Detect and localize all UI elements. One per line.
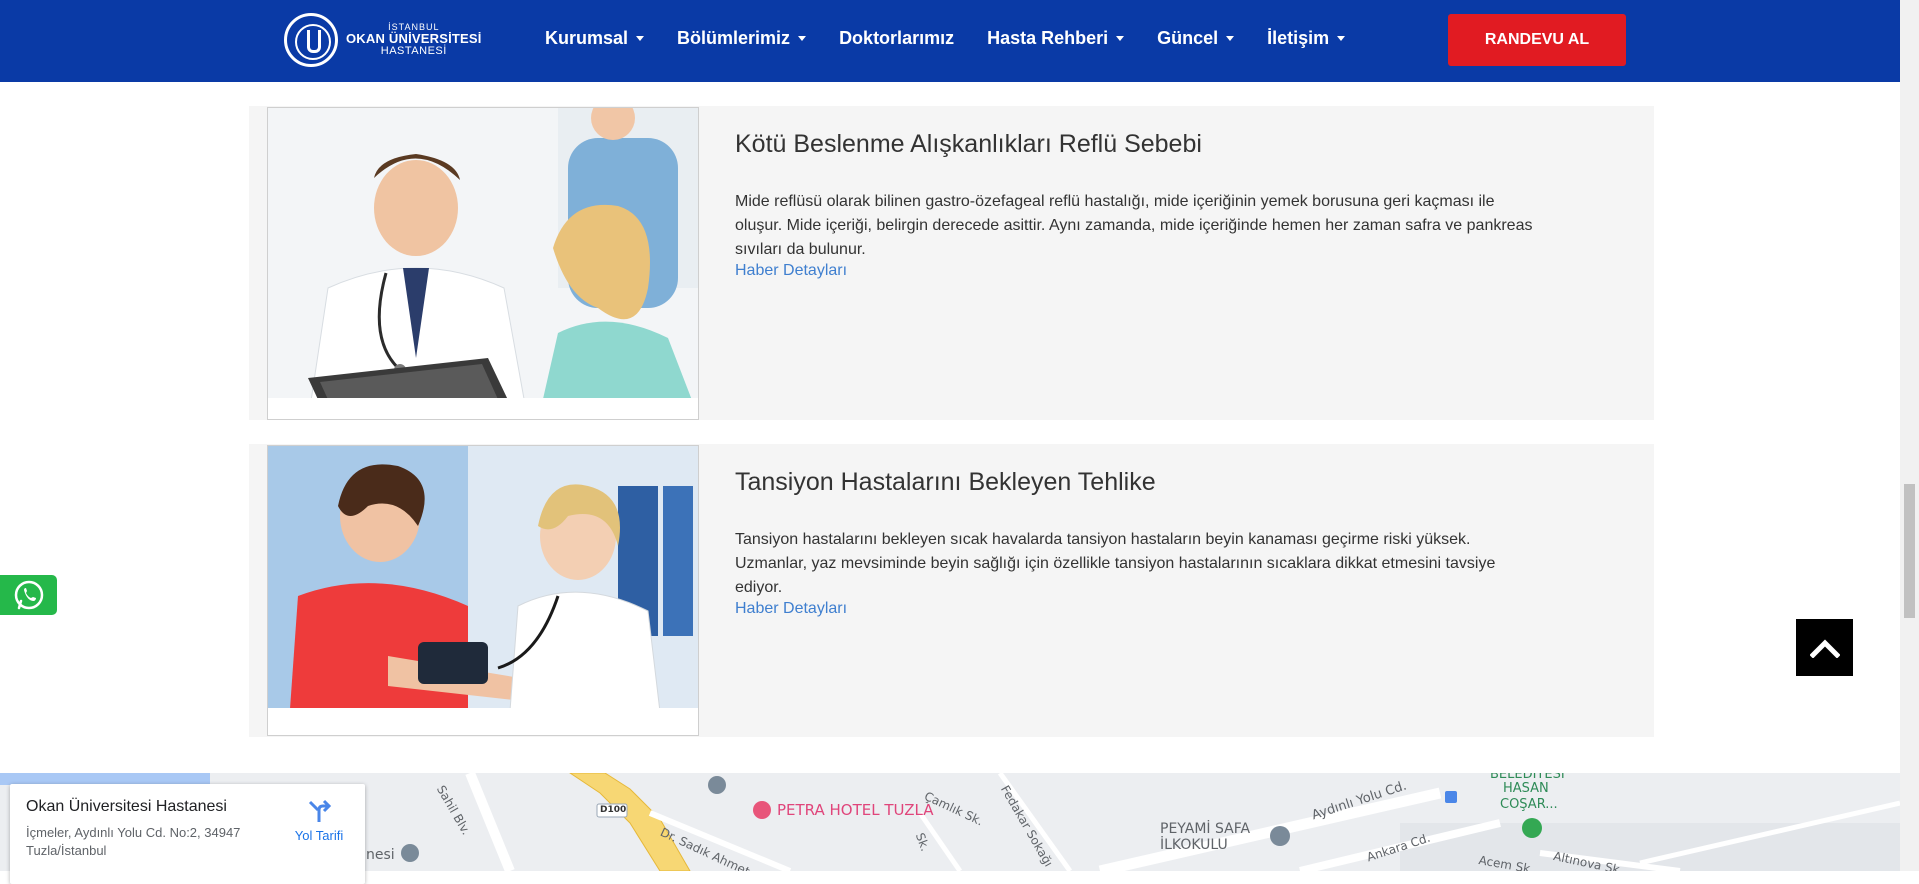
chevron-up-icon xyxy=(1809,638,1840,658)
map-label-school: PEYAMİ SAFA xyxy=(1160,821,1251,837)
news-image-doctor-consultation[interactable] xyxy=(267,107,699,420)
caret-down-icon xyxy=(1337,35,1346,41)
nav-item-label: Kurumsal xyxy=(545,27,629,48)
news-card: Tansiyon Hastalarını Bekleyen Tehlike Ta… xyxy=(249,444,1654,737)
site-header: İSTANBUL OKAN ÜNİVERSİTESİ HASTANESİ Kur… xyxy=(0,0,1900,82)
map-label-hotel: PETRA HOTEL TUZLA xyxy=(777,801,934,819)
caret-down-icon xyxy=(1226,35,1235,41)
news-details-link[interactable]: Haber Detayları xyxy=(735,600,847,618)
directions-label: Yol Tarifi xyxy=(294,828,344,843)
map-label-school: İLKOKULU xyxy=(1160,837,1228,853)
nav-item-label: Güncel xyxy=(1157,27,1219,48)
main-nav: Kurumsal Bölümlerimiz Doktorlarımız Hast… xyxy=(545,0,1346,76)
nav-item-kurumsal[interactable]: Kurumsal xyxy=(545,27,645,49)
page-scrollbar[interactable] xyxy=(1900,0,1919,871)
news-details-link[interactable]: Haber Detayları xyxy=(735,262,847,280)
doctor-consultation-illustration xyxy=(268,108,698,419)
nav-item-bolumlerimiz[interactable]: Bölümlerimiz xyxy=(677,27,807,49)
hospital-logo[interactable]: İSTANBUL OKAN ÜNİVERSİTESİ HASTANESİ xyxy=(284,12,482,68)
map-label-poi: nesi xyxy=(366,847,395,863)
nav-item-label: İletişim xyxy=(1267,27,1330,48)
nav-item-label: Bölümlerimiz xyxy=(677,27,791,48)
whatsapp-icon xyxy=(14,580,43,610)
news-title[interactable]: Tansiyon Hastalarını Bekleyen Tehlike xyxy=(735,468,1156,497)
appointment-button[interactable]: RANDEVU AL xyxy=(1448,14,1626,66)
caret-down-icon xyxy=(1116,35,1125,41)
back-to-top-button[interactable] xyxy=(1796,619,1853,676)
caret-down-icon xyxy=(636,35,645,41)
map-label-poi: HASAN xyxy=(1503,781,1549,796)
logo-emblem-icon xyxy=(284,13,338,67)
news-summary: Tansiyon hastalarını bekleyen sıcak hava… xyxy=(735,531,1496,596)
nav-item-hasta-rehberi[interactable]: Hasta Rehberi xyxy=(987,27,1125,49)
scrollbar-thumb[interactable] xyxy=(1904,484,1915,618)
blood-pressure-illustration xyxy=(268,446,698,735)
map-label-poi: COŞAR... xyxy=(1500,797,1558,812)
news-image-blood-pressure[interactable] xyxy=(267,445,699,736)
place-address: İçmeler, Aydınlı Yolu Cd. No:2, 34947 Tu… xyxy=(26,824,266,860)
map-label-road: D100 xyxy=(600,805,627,815)
address-line-1: İçmeler, Aydınlı Yolu Cd. No:2, 34947 xyxy=(26,825,241,840)
caret-down-icon xyxy=(798,35,807,41)
place-name: Okan Üniversitesi Hastanesi xyxy=(26,798,227,815)
whatsapp-button[interactable] xyxy=(0,575,57,615)
nav-item-label: Doktorlarımız xyxy=(839,27,955,48)
news-title[interactable]: Kötü Beslenme Alışkanlıkları Reflü Sebeb… xyxy=(735,130,1202,159)
directions-icon xyxy=(308,799,332,822)
nav-item-doktorlarimiz[interactable]: Doktorlarımız xyxy=(839,28,954,49)
news-card: Kötü Beslenme Alışkanlıkları Reflü Sebeb… xyxy=(249,106,1654,420)
news-summary: Mide reflüsü olarak bilinen gastro-özefa… xyxy=(735,193,1533,258)
address-line-2: Tuzla/İstanbul xyxy=(26,843,107,858)
logo-text: İSTANBUL OKAN ÜNİVERSİTESİ HASTANESİ xyxy=(346,22,482,58)
logo-line-3: HASTANESİ xyxy=(380,44,447,57)
map-place-card: Okan Üniversitesi Hastanesi İçmeler, Ayd… xyxy=(10,784,365,884)
nav-item-label: Hasta Rehberi xyxy=(987,27,1109,48)
nav-item-iletisim[interactable]: İletişim xyxy=(1267,27,1346,49)
logo-line-2: OKAN ÜNİVERSİTESİ xyxy=(346,31,482,47)
directions-button[interactable]: Yol Tarifi xyxy=(284,798,354,843)
nav-item-guncel[interactable]: Güncel xyxy=(1157,27,1235,49)
